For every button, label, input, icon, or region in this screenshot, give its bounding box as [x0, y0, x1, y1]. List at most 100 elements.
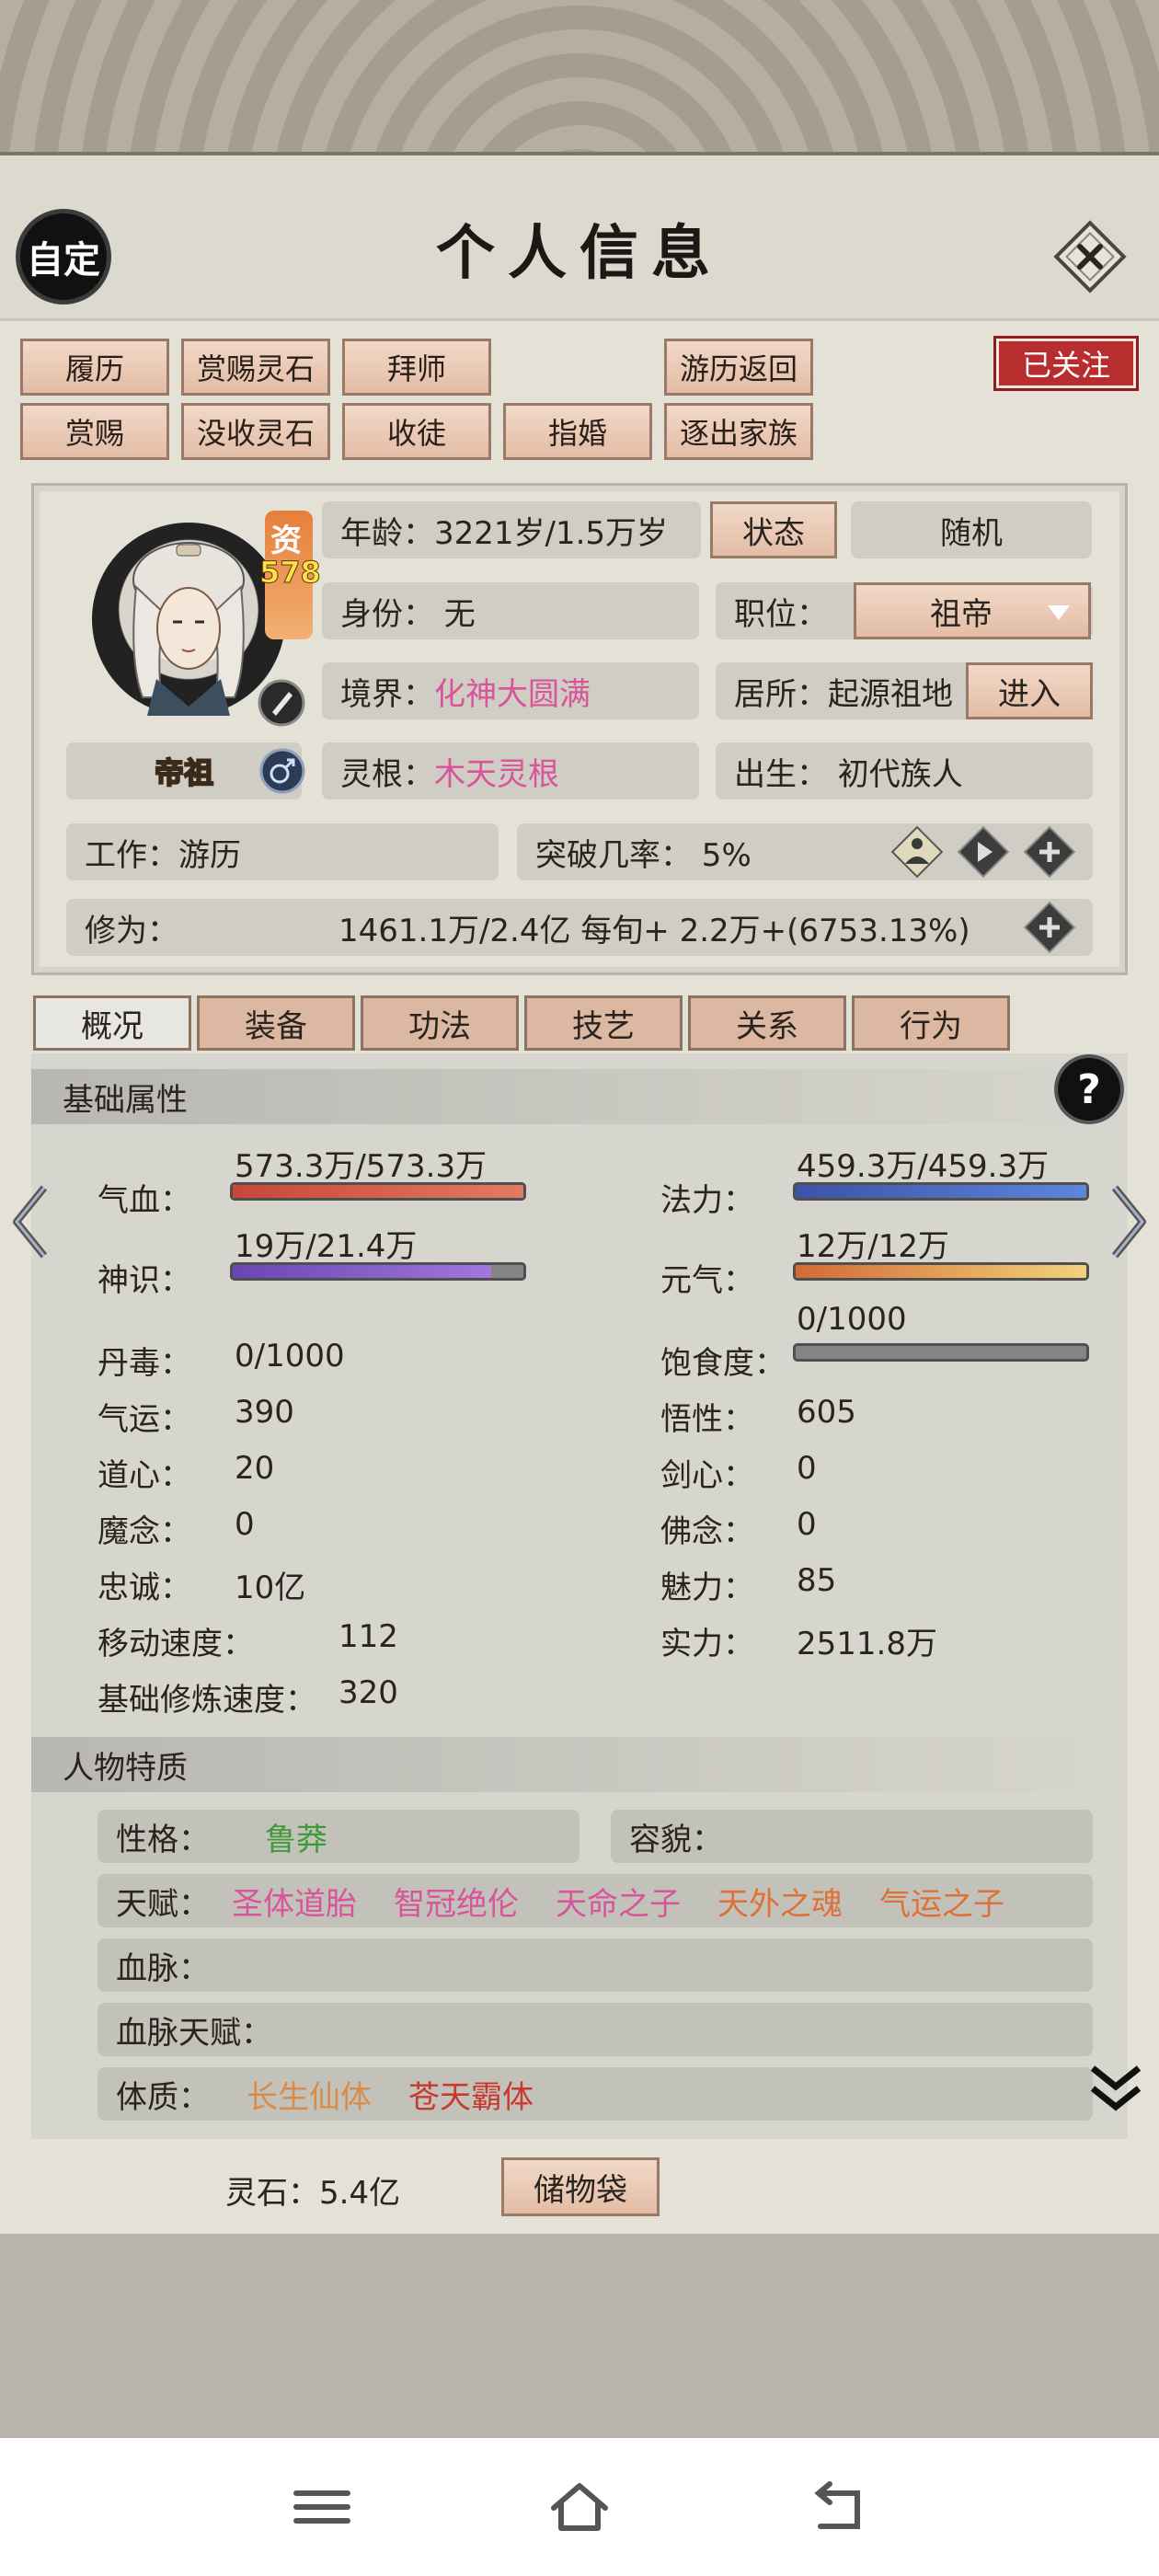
talent-row: 天赋： 圣体道胎 智冠绝伦 天命之子 天外之魂 气运之子 — [98, 1874, 1093, 1927]
aptitude-label: 资 — [270, 523, 302, 559]
reward-button[interactable]: 赏赐 — [20, 403, 169, 460]
play-icon[interactable] — [955, 823, 1012, 880]
stat-label: 移动速度： — [98, 1626, 254, 1662]
hp-value: 573.3万/573.3万 — [235, 1148, 488, 1185]
realm-field: 境界： 化神大圆满 — [322, 662, 699, 719]
stat-label: 道心： — [98, 1457, 191, 1494]
physique-label: 体质： — [116, 2078, 210, 2116]
vital-bar — [793, 1262, 1089, 1281]
bloodline-talent-row: 血脉天赋： — [98, 2003, 1093, 2056]
take-master-button[interactable]: 拜师 — [342, 339, 491, 396]
stat-label: 丹毒： — [98, 1345, 191, 1382]
mana-bar — [793, 1182, 1089, 1201]
travel-return-button[interactable]: 游历返回 — [664, 339, 813, 396]
tab-crafts[interactable]: 技艺 — [524, 995, 683, 1051]
talent-tag[interactable]: 气运之子 — [879, 1879, 1004, 1924]
physique-tag[interactable]: 苍天霸体 — [408, 2072, 534, 2117]
cultivation-field: 修为： 1461.1万/2.4亿 每旬+ 2.2万+(6753.13%) — [66, 899, 1093, 956]
physique-tag[interactable]: 长生仙体 — [247, 2072, 372, 2117]
stat-label: 基础修炼速度： — [98, 1682, 316, 1719]
storage-bag-button[interactable]: 储物袋 — [501, 2157, 660, 2216]
stat-label: 魔念： — [98, 1513, 191, 1550]
cultivation-value: 1461.1万/2.4亿 每旬+ 2.2万+(6753.13%) — [339, 912, 970, 949]
traits-header: 人物特质 — [31, 1737, 1128, 1792]
help-button[interactable]: ? — [1058, 1058, 1120, 1121]
meditate-icon[interactable] — [889, 823, 946, 880]
tab-actions[interactable]: 行为 — [852, 995, 1010, 1051]
job-field: 工作：游历 — [66, 823, 499, 880]
cultivation-plus-icon[interactable] — [1021, 899, 1078, 956]
aptitude-value: 578 — [259, 555, 322, 591]
satiety-bar — [793, 1343, 1089, 1362]
personality-row: 性格： 鲁莽 — [98, 1810, 580, 1863]
bloodline-row: 血脉： — [98, 1938, 1093, 1992]
hp-label: 气血： — [98, 1182, 191, 1219]
talent-label: 天赋： — [116, 1885, 210, 1923]
satiety-value: 0/1000 — [797, 1301, 907, 1338]
stat-label: 魅力： — [660, 1570, 754, 1606]
top-background — [0, 0, 1159, 161]
talent-tag[interactable]: 圣体道胎 — [232, 1879, 357, 1924]
physique-row: 体质： 长生仙体 苍天霸体 — [98, 2067, 1093, 2121]
close-icon[interactable] — [1053, 220, 1127, 293]
menu-icon[interactable] — [285, 2475, 359, 2539]
position-label: 职位： — [734, 595, 828, 633]
stat-value: 605 — [797, 1394, 856, 1431]
history-button[interactable]: 履历 — [20, 339, 169, 396]
talent-tag[interactable]: 天外之魂 — [717, 1879, 843, 1924]
tab-skills[interactable]: 功法 — [361, 995, 519, 1051]
stat-value: 0 — [797, 1506, 817, 1543]
position-dropdown[interactable]: 祖帝 — [854, 582, 1091, 639]
double-chevron-down-icon[interactable] — [1085, 2059, 1146, 2120]
enter-button[interactable]: 进入 — [966, 662, 1093, 719]
talent-tag[interactable]: 天命之子 — [556, 1879, 681, 1924]
status-button[interactable]: 状态 — [710, 501, 837, 558]
stat-label: 忠诚： — [98, 1570, 191, 1606]
edit-brush-icon[interactable] — [258, 679, 305, 727]
vital-label: 元气： — [660, 1262, 754, 1299]
arrange-marriage-button[interactable]: 指婚 — [503, 403, 652, 460]
stat-value: 320 — [339, 1674, 398, 1711]
tab-equipment[interactable]: 装备 — [197, 995, 355, 1051]
bloodline-talent-label: 血脉天赋： — [116, 2014, 272, 2052]
basic-attributes-header: 基础属性 — [31, 1069, 1128, 1124]
spirit-root-field: 灵根： 木天灵根 — [322, 742, 699, 799]
stat-label: 气运： — [98, 1401, 191, 1438]
tab-relations[interactable]: 关系 — [688, 995, 846, 1051]
stat-value: 10亿 — [235, 1570, 306, 1606]
home-icon[interactable] — [543, 2475, 616, 2539]
spirit-root-value: 木天灵根 — [434, 755, 559, 793]
title-bar: 自定 个人信息 — [0, 155, 1159, 321]
confiscate-stones-button[interactable]: 没收灵石 — [181, 403, 330, 460]
stat-value: 20 — [235, 1450, 275, 1487]
talent-tag[interactable]: 智冠绝伦 — [394, 1879, 519, 1924]
back-icon[interactable] — [800, 2475, 874, 2539]
position-value: 祖帝 — [930, 595, 993, 633]
plus-icon[interactable] — [1021, 823, 1078, 880]
bottom-background — [0, 2234, 1159, 2438]
tab-overview[interactable]: 概况 — [33, 995, 191, 1051]
hp-bar — [230, 1182, 526, 1201]
expel-button[interactable]: 逐出家族 — [664, 403, 813, 460]
stat-value: 85 — [797, 1562, 837, 1599]
take-disciple-button[interactable]: 收徒 — [342, 403, 491, 460]
personality-value: 鲁莽 — [265, 1821, 327, 1858]
followed-badge[interactable]: 已关注 — [993, 336, 1139, 391]
personality-label: 性格： — [116, 1821, 210, 1858]
birth-field: 出生： 初代族人 — [716, 742, 1093, 799]
random-button[interactable]: 随机 — [851, 501, 1092, 558]
mana-label: 法力： — [660, 1182, 754, 1219]
vital-value: 12万/12万 — [797, 1228, 949, 1265]
next-arrow-icon[interactable] — [1106, 1180, 1152, 1263]
reward-stones-button[interactable]: 赏赐灵石 — [181, 339, 330, 396]
sense-label: 神识： — [98, 1262, 191, 1299]
stat-label: 佛念： — [660, 1513, 754, 1550]
mana-value: 459.3万/459.3万 — [797, 1148, 1050, 1185]
prev-arrow-icon[interactable] — [7, 1180, 53, 1263]
stat-value: 0/1000 — [235, 1338, 345, 1374]
stat-value: 112 — [339, 1618, 398, 1655]
identity-field: 身份： 无 — [322, 582, 699, 639]
stat-value: 390 — [235, 1394, 294, 1431]
sense-value: 19万/21.4万 — [235, 1228, 418, 1265]
stat-label: 实力： — [660, 1626, 754, 1662]
